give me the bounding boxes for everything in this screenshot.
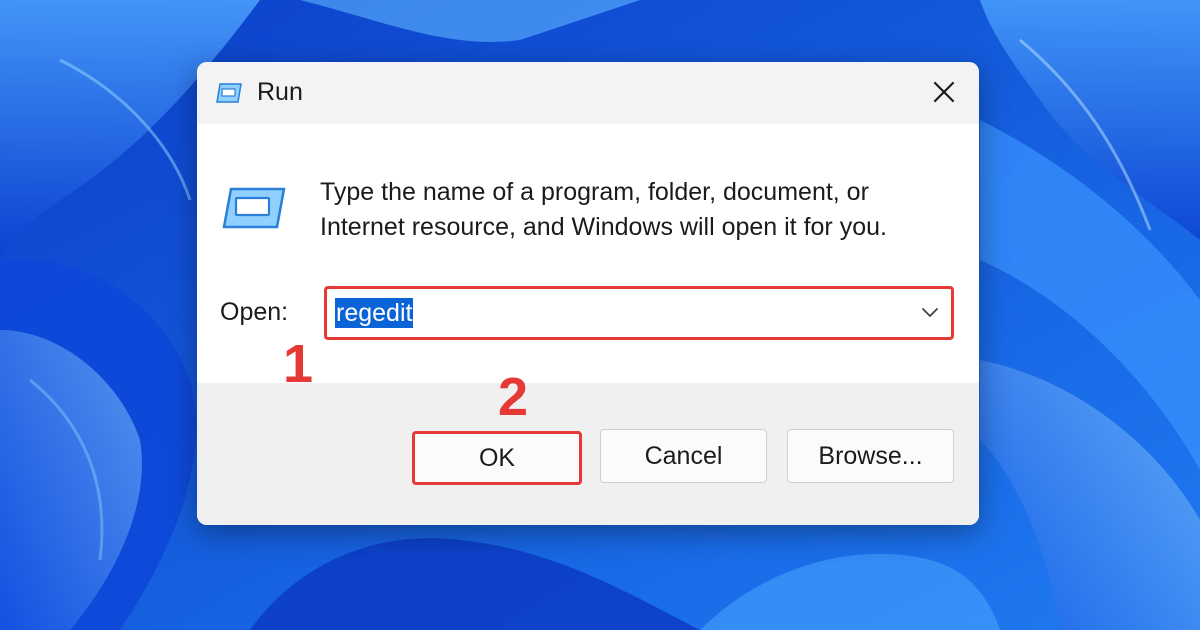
browse-button[interactable]: Browse... [787, 429, 954, 483]
run-icon [222, 187, 286, 229]
dialog-title: Run [257, 78, 303, 106]
chevron-down-icon[interactable] [921, 305, 939, 319]
close-icon [933, 81, 955, 103]
open-label: Open: [220, 298, 289, 326]
ok-button[interactable]: OK [412, 431, 582, 485]
cancel-button[interactable]: Cancel [600, 429, 767, 483]
dialog-description: Type the name of a program, folder, docu… [320, 178, 887, 241]
step-marker-2: 2 [498, 367, 529, 427]
run-icon [216, 83, 242, 103]
close-button[interactable] [921, 72, 967, 112]
open-combobox[interactable]: regedit [324, 286, 954, 340]
step-marker-1: 1 [283, 334, 314, 394]
title-bar[interactable]: Run [197, 62, 979, 124]
run-dialog: Run Type the name of a program, folder, … [197, 62, 979, 525]
open-input-value[interactable]: regedit [335, 298, 414, 328]
